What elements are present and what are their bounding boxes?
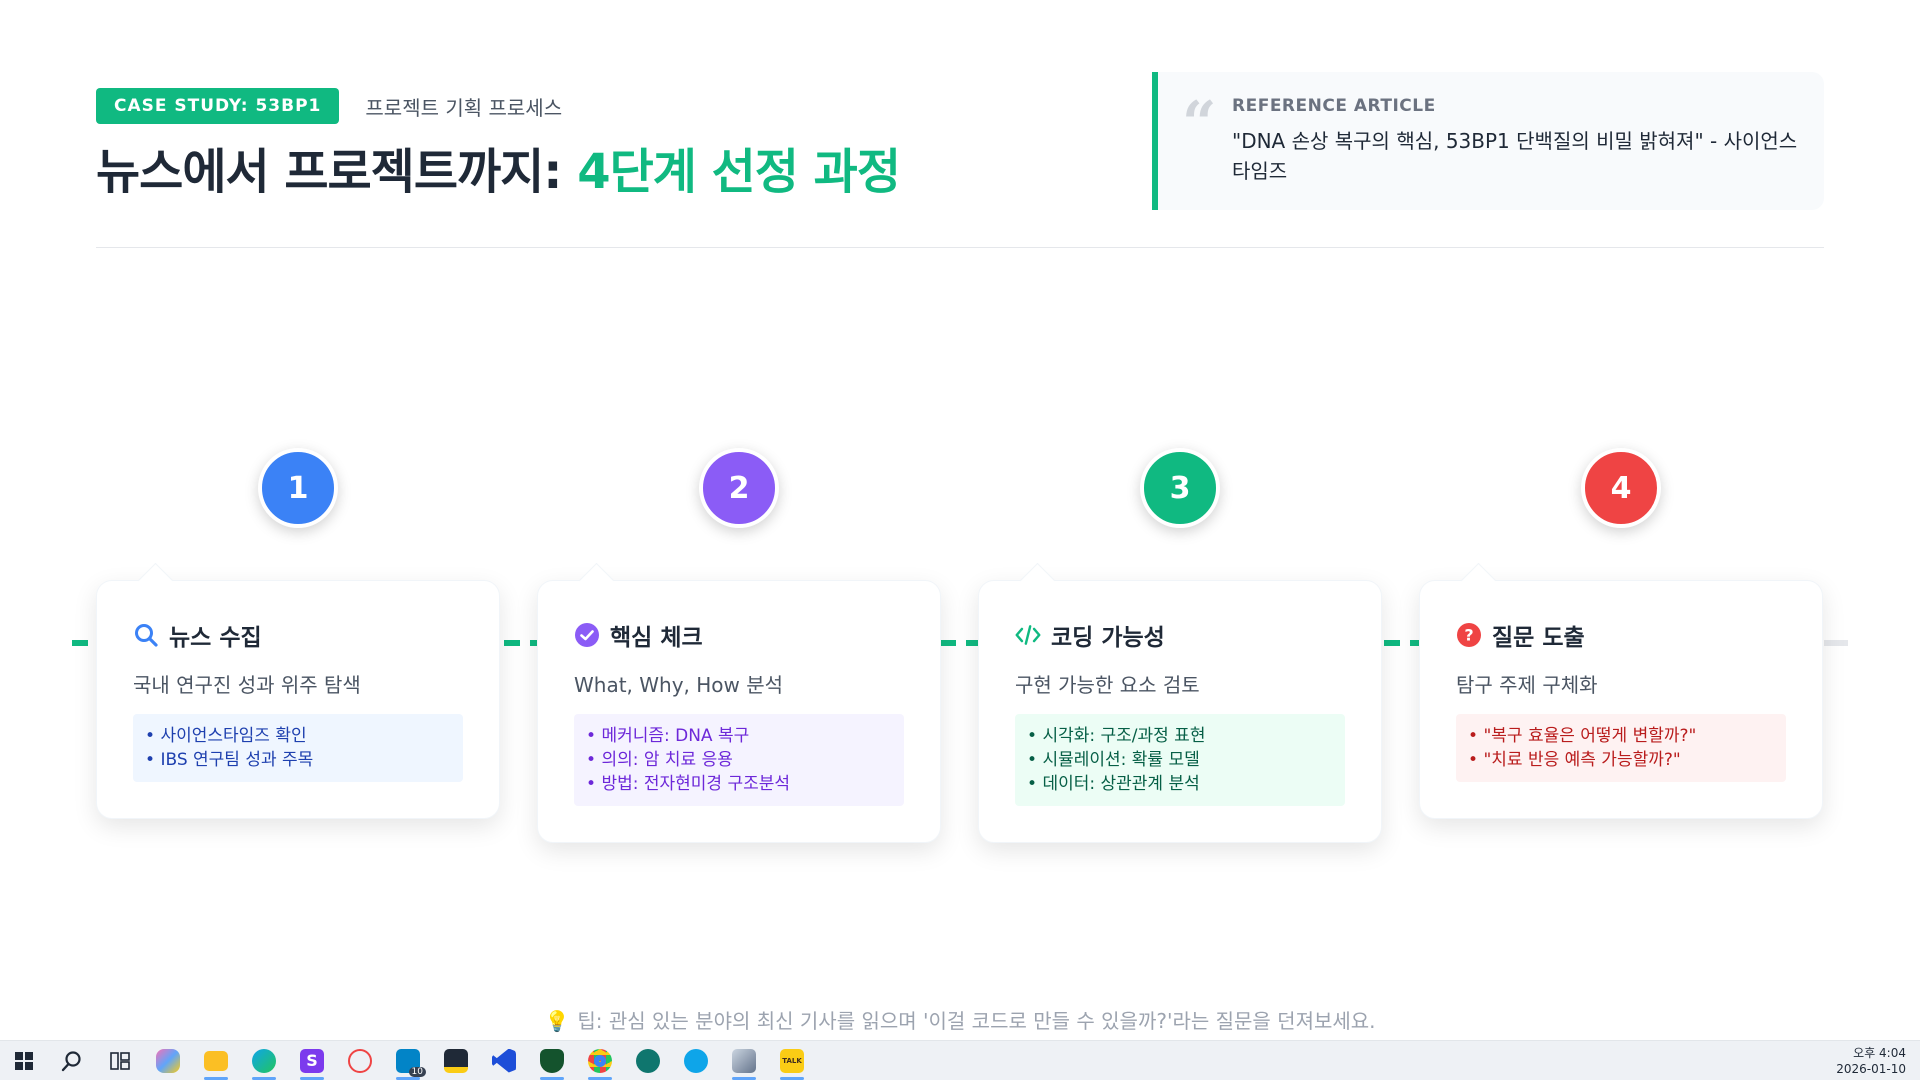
taskbar-badge: 10 [408, 1066, 426, 1077]
taskbar: S 10 TALK 오후 4:04 2026-01-10 [0, 1040, 1920, 1080]
card-title: 질문 도출 [1492, 625, 1585, 651]
lightbulb-icon: 💡 [544, 1009, 570, 1033]
app-drive-icon[interactable] [724, 1041, 764, 1080]
list-item: "복구 효율은 어떻게 변할까?" [1468, 724, 1774, 748]
title-accent: 4단계 선정 과정 [577, 144, 901, 200]
app-bird-icon[interactable] [628, 1041, 668, 1080]
list-item: 방법: 전자현미경 구조분석 [586, 772, 892, 796]
card-header: 핵심 체크 [574, 619, 904, 651]
sticky-notes-icon[interactable] [436, 1041, 476, 1080]
file-explorer-icon[interactable] [196, 1041, 236, 1080]
check-circle-icon [574, 622, 600, 648]
list-item: 의의: 암 치료 응용 [586, 748, 892, 772]
step-card: 핵심 체크 What, Why, How 분석 메커니즘: DNA 복구 의의:… [537, 580, 941, 843]
timeline-segment [72, 640, 96, 646]
timeline-segment [1824, 640, 1848, 646]
windows-start-icon[interactable] [4, 1041, 44, 1080]
app-fish-icon[interactable] [676, 1041, 716, 1080]
kakaotalk-icon[interactable]: TALK [772, 1041, 812, 1080]
card-detail-box: 시각화: 구조/과정 표현 시뮬레이션: 확률 모델 데이터: 상관관계 분석 [1015, 714, 1345, 806]
header: CASE STUDY: 53BP1 프로젝트 기획 프로세스 뉴스에서 프로젝트… [96, 72, 1824, 248]
card-detail-box: "복구 효율은 어떻게 변할까?" "치료 반응 예측 가능할까?" [1456, 714, 1786, 782]
app-swirl-icon[interactable] [340, 1041, 380, 1080]
page-title: 뉴스에서 프로젝트까지: 4단계 선정 과정 [96, 132, 901, 202]
list-item: IBS 연구팀 성과 주목 [145, 748, 451, 772]
card-title: 코딩 가능성 [1051, 625, 1165, 651]
card-description: What, Why, How 분석 [574, 673, 784, 697]
step-card: ? 질문 도출 탐구 주제 구체화 "복구 효율은 어떻게 변할까?" "치료 … [1419, 580, 1823, 819]
code-icon [1015, 622, 1041, 648]
card-detail-box: 사이언스타임즈 확인 IBS 연구팀 성과 주목 [133, 714, 463, 782]
card-description: 국내 연구진 성과 위주 탐색 [133, 673, 361, 697]
svg-text:?: ? [1464, 626, 1473, 645]
search-icon [133, 622, 159, 648]
list-item: 사이언스타임즈 확인 [145, 724, 451, 748]
step-card: 코딩 가능성 구현 가능한 요소 검토 시각화: 구조/과정 표현 시뮬레이션:… [978, 580, 1382, 843]
card-title: 핵심 체크 [610, 625, 703, 651]
remote-desktop-icon[interactable]: 10 [388, 1041, 428, 1080]
list-item: 시뮬레이션: 확률 모델 [1027, 748, 1333, 772]
tip-text: 💡 팁: 관심 있는 분야의 최신 기사를 읽으며 '이걸 코드로 만들 수 있을… [0, 1005, 1920, 1034]
list-item: 데이터: 상관관계 분석 [1027, 772, 1333, 796]
title-main: 뉴스에서 프로젝트까지: [96, 144, 578, 200]
app-s-icon[interactable]: S [292, 1041, 332, 1080]
task-view-icon[interactable] [100, 1041, 140, 1080]
question-circle-icon: ? [1456, 622, 1482, 648]
chrome-icon[interactable] [580, 1041, 620, 1080]
step-number-badge: 2 [699, 448, 779, 528]
card-header: ? 질문 도출 [1456, 619, 1786, 651]
card-description: 구현 가능한 요소 검토 [1015, 673, 1200, 697]
page-subtitle: 프로젝트 기획 프로세스 [365, 95, 563, 120]
search-icon[interactable] [52, 1041, 92, 1080]
card-header: 코딩 가능성 [1015, 619, 1345, 651]
card-description: 탐구 주제 구체화 [1456, 673, 1598, 697]
step-number-badge: 4 [1581, 448, 1661, 528]
vscode-icon[interactable] [484, 1041, 524, 1080]
step-number-badge: 3 [1140, 448, 1220, 528]
tip-content: 팁: 관심 있는 분야의 최신 기사를 읽으며 '이걸 코드로 만들 수 있을까… [577, 1009, 1376, 1033]
card-title: 뉴스 수집 [169, 625, 262, 651]
app-shield-icon[interactable] [532, 1041, 572, 1080]
card-header: 뉴스 수집 [133, 619, 463, 651]
badge-row: CASE STUDY: 53BP1 프로젝트 기획 프로세스 [96, 88, 562, 124]
case-study-badge: CASE STUDY: 53BP1 [96, 88, 340, 124]
clock-date: 2026-01-10 [1836, 1062, 1906, 1076]
reference-card: “ REFERENCE ARTICLE "DNA 손상 복구의 핵심, 53BP… [1152, 72, 1824, 210]
step-card: 뉴스 수집 국내 연구진 성과 위주 탐색 사이언스타임즈 확인 IBS 연구팀… [96, 580, 500, 819]
clock-time: 오후 4:04 [1853, 1046, 1906, 1060]
card-detail-box: 메커니즘: DNA 복구 의의: 암 치료 응용 방법: 전자현미경 구조분석 [574, 714, 904, 806]
reference-text: "DNA 손상 복구의 핵심, 53BP1 단백질의 비밀 밝혀져" - 사이언… [1232, 129, 1798, 183]
system-clock[interactable]: 오후 4:04 2026-01-10 [1836, 1045, 1906, 1077]
list-item: "치료 반응 예측 가능할까?" [1468, 748, 1774, 772]
list-item: 메커니즘: DNA 복구 [586, 724, 892, 748]
quote-icon: “ [1182, 89, 1217, 159]
step-number-badge: 1 [258, 448, 338, 528]
edge-icon[interactable] [244, 1041, 284, 1080]
timeline-segment [1384, 640, 1424, 646]
reference-label: REFERENCE ARTICLE [1232, 96, 1436, 116]
copilot-icon[interactable] [148, 1041, 188, 1080]
list-item: 시각화: 구조/과정 표현 [1027, 724, 1333, 748]
